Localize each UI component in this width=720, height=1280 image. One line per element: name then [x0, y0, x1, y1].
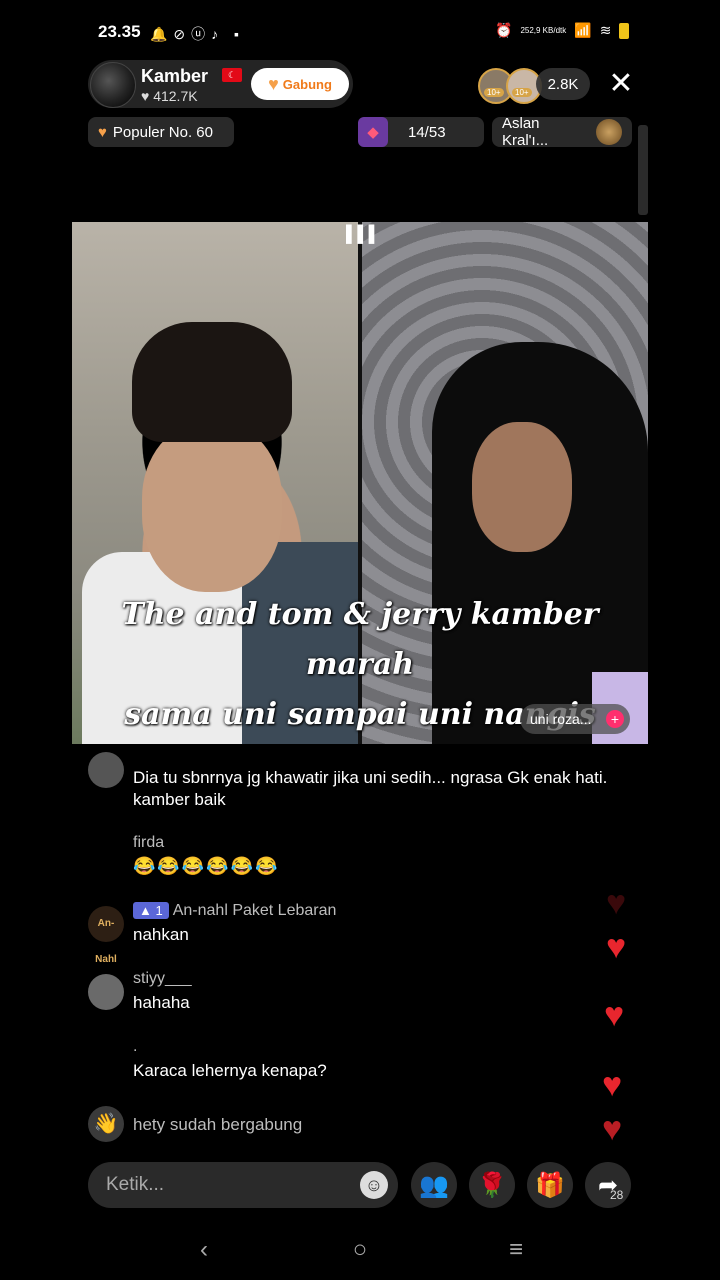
audio-bars-icon: ▌▌▌	[346, 226, 381, 243]
gift-icon: 🎁	[535, 1171, 565, 1199]
lion-icon	[596, 119, 622, 145]
wifi-icon: ≋	[599, 22, 612, 38]
comment-user[interactable]: An-nahl Paket Lebaran	[173, 902, 337, 919]
comment-user-row: ▲ 1 An-nahl Paket Lebaran	[133, 902, 336, 920]
close-icon[interactable]: ✕	[606, 66, 636, 101]
signal-icon: 📶	[574, 22, 592, 38]
alarm-icon: ⏰	[495, 22, 513, 38]
notification-icons: 🔔⊘ⓤ♪ ▪	[150, 26, 246, 42]
comment-avatar[interactable]	[88, 974, 124, 1010]
rose-icon: 🌹	[477, 1171, 507, 1199]
emoji-icon[interactable]: ☺	[360, 1171, 388, 1199]
comment-text: nahkan	[133, 925, 189, 944]
aslan-chip[interactable]: Aslan Kral'ı...	[492, 115, 632, 149]
menu-nav-icon[interactable]: ≡	[496, 1236, 536, 1264]
comment-avatar[interactable]: An-Nahl	[88, 906, 124, 965]
level-badge: ▲ 1	[133, 902, 169, 919]
scrollbar[interactable]	[638, 125, 648, 215]
join-notice: hety sudah bergabung	[133, 1114, 302, 1136]
network-speed: 252,9 KB/dtk	[520, 25, 567, 35]
heart-icon: ♥	[602, 1066, 623, 1104]
gem-icon: ◆	[358, 117, 388, 147]
heart-icon: ♥	[602, 1110, 623, 1148]
comment-text: Dia tu sbnrnya jg khawatir jika uni sedi…	[133, 768, 608, 809]
rank-progress-chip[interactable]: ◆ 14/53	[358, 117, 484, 147]
aslan-label: Aslan Kral'ı...	[502, 115, 549, 149]
rose-gift-button[interactable]: 🌹	[469, 1162, 515, 1208]
join-notice-user[interactable]: hety	[133, 1115, 165, 1134]
home-nav-icon[interactable]: ○	[340, 1236, 380, 1264]
share-button[interactable]: ➦	[585, 1162, 631, 1208]
comment-text: Karaca lehernya kenapa?	[133, 1061, 327, 1080]
guest-name: uni roza...	[530, 711, 592, 727]
heart-icon: ♥	[98, 123, 107, 141]
share-count: 28	[610, 1188, 624, 1202]
join-button[interactable]: ♥ Gabung	[251, 68, 349, 100]
viewer-badge: 10+	[484, 88, 504, 97]
host-name: Kamber	[141, 66, 209, 86]
comment-input[interactable]	[104, 1173, 348, 1197]
comment-avatar[interactable]	[88, 752, 124, 788]
guest-request-button[interactable]: 👥	[411, 1162, 457, 1208]
plus-icon[interactable]: +	[606, 710, 624, 728]
comment-user[interactable]: firda	[133, 834, 164, 852]
heart-icon: ♥	[268, 73, 279, 94]
comment-input-box[interactable]: ☺	[88, 1162, 398, 1208]
status-bar: 23.35 🔔⊘ⓤ♪ ▪ ⏰ 252,9 KB/dtk 📶 ≋	[0, 0, 720, 64]
popular-rank-label: Populer No. 60	[112, 123, 213, 141]
people-icon: 👥	[419, 1171, 449, 1199]
host-likes: ♥ 412.7K	[141, 88, 198, 104]
gift-button[interactable]: 🎁	[527, 1162, 573, 1208]
host-avatar[interactable]	[90, 62, 136, 108]
comment-user[interactable]: .	[133, 1038, 137, 1056]
viewer-count[interactable]: 2.8K	[536, 68, 590, 100]
rank-progress-label: 14/53	[408, 123, 446, 141]
join-label: Gabung	[282, 76, 332, 92]
turkey-flag-icon: ☾	[222, 68, 242, 82]
comment-user[interactable]: stiyy___	[133, 970, 192, 988]
viewer-badge: 10+	[512, 88, 532, 97]
status-time: 23.35	[98, 22, 141, 41]
guest-name-pill[interactable]: uni roza... +	[520, 704, 630, 734]
heart-icon: ♥	[606, 884, 627, 922]
system-icons: ⏰ 252,9 KB/dtk 📶 ≋	[495, 22, 630, 39]
battery-icon	[619, 22, 630, 39]
wave-icon: 👋	[88, 1106, 124, 1142]
level-number: 1	[155, 903, 163, 918]
live-video[interactable]: ▌▌▌ The and tom & jerry kamber marah sam…	[72, 222, 648, 744]
comment-text: hahaha	[133, 993, 190, 1012]
comment-text: 😂😂😂😂😂😂	[133, 856, 280, 876]
caption-line-1: The and tom & jerry kamber marah	[121, 597, 599, 682]
popular-rank-chip[interactable]: ♥ Populer No. 60	[88, 117, 234, 147]
heart-icon: ♥	[606, 928, 627, 966]
back-nav-icon[interactable]: ‹	[184, 1236, 224, 1264]
heart-icon: ♥	[604, 996, 625, 1034]
join-notice-text: sudah bergabung	[169, 1115, 303, 1134]
